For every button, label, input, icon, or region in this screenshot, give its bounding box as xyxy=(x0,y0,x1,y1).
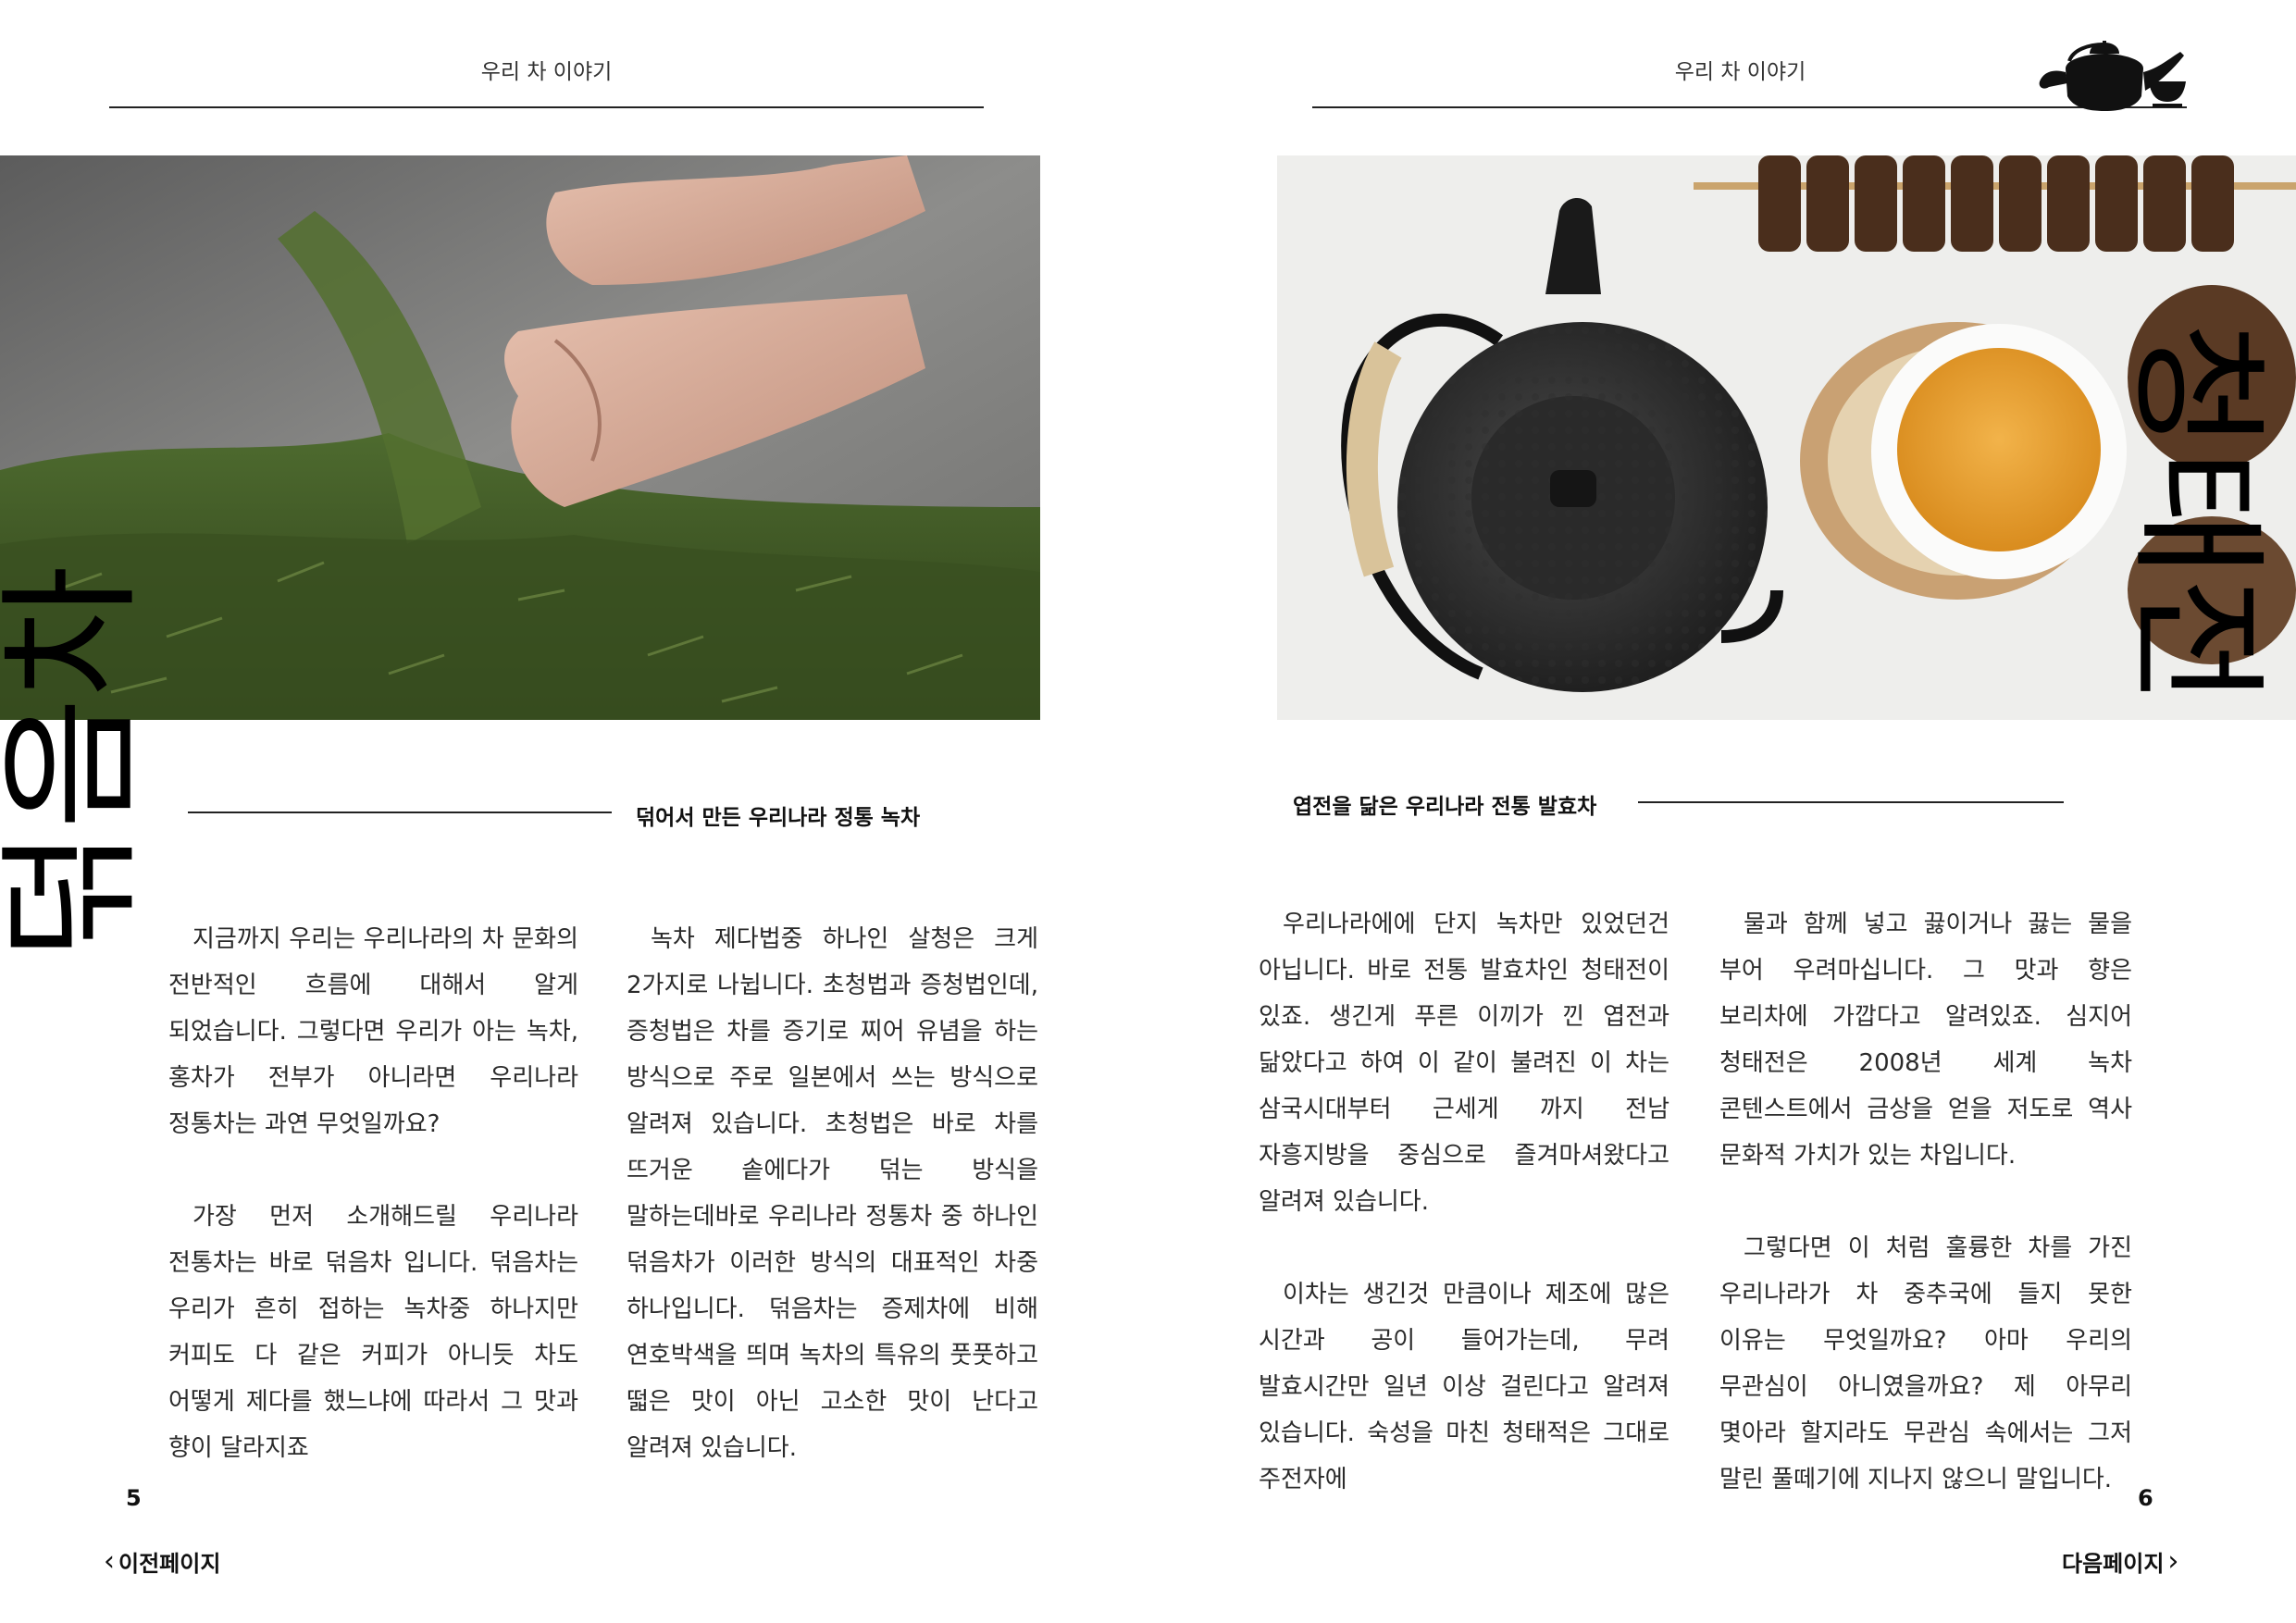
next-page-label: 다음페이지 xyxy=(2062,1551,2165,1577)
left-subtitle-rule xyxy=(188,812,612,813)
magazine-spread: 우리 차 이야기 덖음차 덖어서 만든 우리나라 정통 녹차 지금까지 우리는 … xyxy=(0,0,2296,1623)
left-column-2: 녹차 제다법중 하나인 살청은 크게 2가지로 나뉩니다. 초청법과 증청법인데… xyxy=(627,916,1038,1471)
previous-page-link[interactable]: ‹ 이전페이지 xyxy=(104,1545,220,1578)
big-title-text: 덖음차 xyxy=(0,565,155,961)
right-column-1: 우리나라에에 단지 녹차만 있었던건 아닙니다. 바로 전통 발효차인 청태전이… xyxy=(1259,901,1669,1503)
right-column-2: 물과 함께 넣고 끓이거나 끓는 물을 부어 우려마십니다. 그 맛과 향은 보… xyxy=(1719,901,2132,1503)
page-number-right: 6 xyxy=(2138,1485,2153,1511)
right-subtitle-rule xyxy=(1638,801,2064,803)
paragraph: 가장 먼저 소개해드릴 우리나라 전통차는 바로 덖음차 입니다. 덖음차는 우… xyxy=(168,1203,578,1462)
chevron-right-icon: › xyxy=(2167,1544,2179,1578)
previous-page-label: 이전페이지 xyxy=(118,1551,221,1577)
paragraph: 이차는 생긴것 만큼이나 제조에 많은 시간과 공이 들어가는데, 무려 발효시… xyxy=(1259,1281,1669,1493)
big-title-text: 청태전 xyxy=(2116,322,2277,705)
paragraph: 우리나라에에 단지 녹차만 있었던건 아닙니다. 바로 전통 발효차인 청태전이… xyxy=(1259,911,1669,1216)
next-page-link[interactable]: 다음페이지 › xyxy=(2062,1545,2178,1578)
left-running-title: 우리 차 이야기 xyxy=(480,60,613,84)
paragraph: 녹차 제다법중 하나인 살청은 크게 2가지로 나뉩니다. 초청법과 증청법인데… xyxy=(627,925,1038,1462)
chevron-left-icon: ‹ xyxy=(104,1544,115,1578)
paragraph: 물과 함께 넣고 끓이거나 끓는 물을 부어 우려마십니다. 그 맛과 향은 보… xyxy=(1719,911,2132,1170)
left-column-1: 지금까지 우리는 우리나라의 차 문화의 전반적인 흐름에 대해서 알게 되었습… xyxy=(168,916,578,1471)
left-subtitle: 덖어서 만든 우리나라 정통 녹차 xyxy=(636,806,921,830)
right-subtitle: 엽전을 닮은 우리나라 전통 발효차 xyxy=(1293,795,1597,819)
big-title-vertical: 청태전 xyxy=(2116,322,2277,705)
paragraph: 지금까지 우리는 우리나라의 차 문화의 전반적인 흐름에 대해서 알게 되었습… xyxy=(168,925,578,1138)
left-header-rule xyxy=(109,106,984,108)
paragraph: 그렇다면 이 처럼 훌륭한 차를 가진 우리나라가 차 중추국에 들지 못한 이… xyxy=(1719,1234,2132,1493)
tea-cup-icon xyxy=(2149,81,2186,107)
big-title-vertical: 덖음차 xyxy=(0,565,155,961)
page-number-left: 5 xyxy=(126,1485,142,1511)
